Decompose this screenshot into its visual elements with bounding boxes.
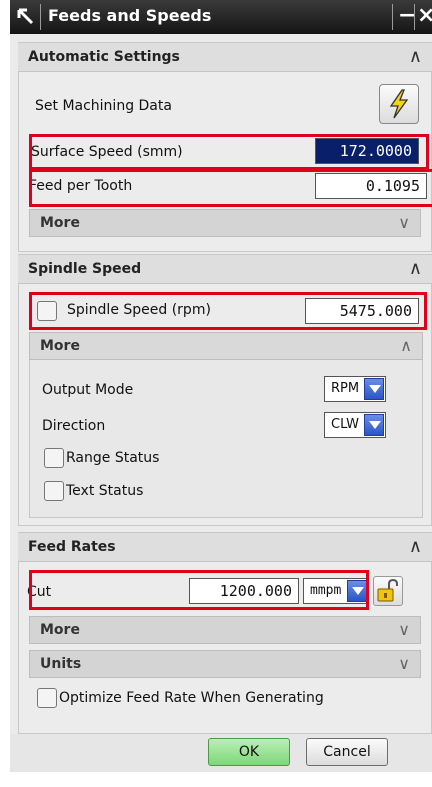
lock-button[interactable]: [373, 576, 403, 606]
range-status-label: Range Status: [66, 450, 160, 466]
automatic-settings-panel: Set Machining Data Surface Speed (smm) 1…: [18, 72, 432, 252]
chevron-down-icon[interactable]: ∨: [398, 654, 410, 673]
direction-value: CLW: [331, 417, 359, 432]
title-separator: [40, 4, 41, 30]
spindle-speed-field[interactable]: 5475.000: [305, 298, 419, 324]
cut-label: Cut: [27, 584, 52, 600]
dialog-footer: OK Cancel: [10, 734, 432, 772]
spindle-speed-label: Spindle Speed (rpm): [67, 302, 211, 318]
spindle-speed-panel: Spindle Speed (rpm) 5475.000 More ∧ Outp…: [18, 284, 432, 526]
chevron-up-icon[interactable]: ∧: [409, 46, 422, 67]
feed-per-tooth-label: Feed per Tooth: [29, 178, 133, 194]
output-mode-label: Output Mode: [42, 382, 134, 398]
title-separator: [392, 4, 393, 30]
feed-per-tooth-field[interactable]: 0.1095: [315, 173, 427, 199]
chevron-up-icon[interactable]: ∧: [409, 258, 422, 279]
spindle-more-section: More ∧ Output Mode RPM Direction CLW Ran…: [29, 332, 423, 518]
spindle-more-header[interactable]: More ∧: [29, 332, 423, 360]
title-bar[interactable]: Feeds and Speeds − ×: [10, 0, 432, 34]
automatic-settings-title: Automatic Settings: [28, 49, 180, 65]
output-mode-dropdown[interactable]: RPM: [324, 376, 386, 402]
more-label: More: [40, 622, 80, 638]
more-label: More: [40, 338, 80, 354]
chevron-up-icon[interactable]: ∧: [400, 336, 412, 355]
chevron-up-icon[interactable]: ∧: [409, 536, 422, 557]
range-status-checkbox[interactable]: [44, 448, 64, 468]
chevron-down-icon[interactable]: ∨: [398, 620, 410, 639]
optimize-feed-rate-checkbox[interactable]: [37, 688, 57, 708]
direction-dropdown[interactable]: CLW: [324, 412, 386, 438]
set-machining-data-label: Set Machining Data: [35, 98, 172, 114]
feed-rates-header[interactable]: Feed Rates ∧: [18, 532, 432, 562]
surface-speed-label: Surface Speed (smm): [31, 144, 183, 160]
surface-speed-field[interactable]: 172.0000: [315, 138, 419, 164]
spindle-speed-header[interactable]: Spindle Speed ∧: [18, 254, 432, 284]
direction-label: Direction: [42, 418, 106, 434]
automatic-more-section[interactable]: More ∨: [29, 209, 421, 237]
close-button[interactable]: ×: [417, 3, 432, 29]
tool-arrow-icon: [16, 7, 36, 27]
text-status-checkbox[interactable]: [44, 481, 64, 501]
lightning-icon: [389, 89, 409, 119]
text-status-label: Text Status: [66, 483, 144, 499]
chevron-down-icon[interactable]: [347, 580, 367, 602]
optimize-feed-rate-label: Optimize Feed Rate When Generating: [59, 690, 324, 706]
feed-rates-title: Feed Rates: [28, 539, 116, 555]
spindle-speed-title: Spindle Speed: [28, 261, 142, 277]
cut-feed-field[interactable]: 1200.000: [189, 578, 299, 604]
feed-rates-panel: Cut 1200.000 mmpm More ∨ Units ∨ Optimiz…: [18, 562, 432, 734]
automatic-settings-header[interactable]: Automatic Settings ∧: [18, 42, 432, 72]
set-machining-data-button[interactable]: [379, 84, 419, 124]
cancel-button[interactable]: Cancel: [306, 738, 388, 766]
units-section[interactable]: Units ∨: [29, 650, 421, 678]
cut-units-dropdown[interactable]: mmpm: [303, 578, 369, 604]
chevron-down-icon[interactable]: [364, 378, 384, 400]
more-label: More: [40, 215, 80, 231]
title-separator: [414, 4, 415, 30]
chevron-down-icon[interactable]: ∨: [398, 213, 410, 232]
unlocked-padlock-icon: [377, 578, 398, 602]
feeds-and-speeds-dialog: Feeds and Speeds − × Automatic Settings …: [10, 0, 432, 772]
window-title: Feeds and Speeds: [48, 6, 212, 25]
cut-units-value: mmpm: [310, 583, 342, 598]
ok-button[interactable]: OK: [208, 738, 290, 766]
output-mode-value: RPM: [331, 381, 360, 396]
units-label: Units: [40, 656, 82, 672]
chevron-down-icon[interactable]: [364, 414, 384, 436]
feed-more-section[interactable]: More ∨: [29, 616, 421, 644]
spindle-speed-checkbox[interactable]: [37, 301, 57, 321]
